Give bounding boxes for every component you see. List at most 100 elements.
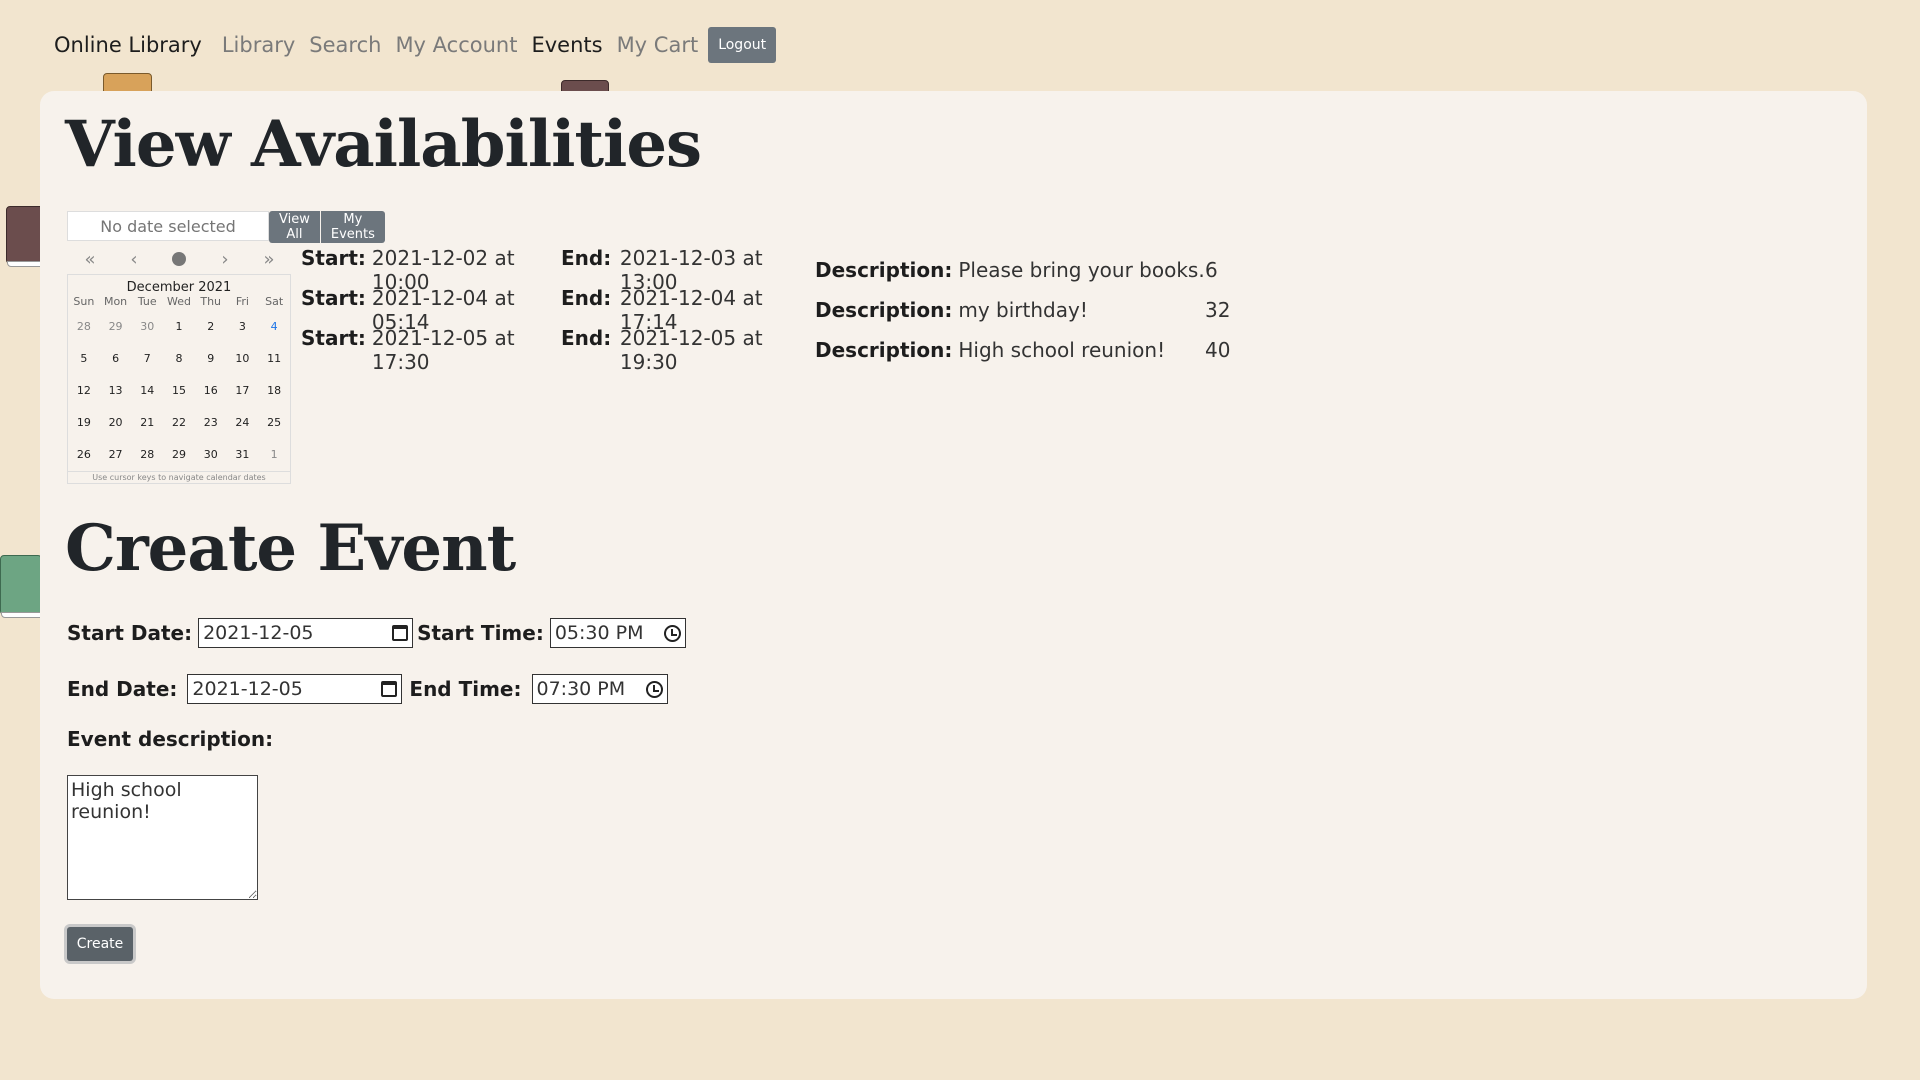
calendar-day[interactable]: 31 bbox=[227, 439, 259, 471]
calendar-day[interactable]: 28 bbox=[131, 439, 163, 471]
start-date-value: 2021-12-05 bbox=[203, 622, 314, 644]
calendar-day[interactable]: 2 bbox=[195, 311, 227, 343]
event-count: 40 bbox=[1205, 338, 1231, 362]
nav-link-search[interactable]: Search bbox=[309, 33, 381, 57]
calendar-month: December 2021 bbox=[126, 280, 232, 295]
view-availabilities-heading: View Availabilities bbox=[65, 107, 702, 182]
calendar-day[interactable]: 3 bbox=[227, 311, 259, 343]
create-event-form: Start Date: 2021-12-05 Start Time: 05:30… bbox=[67, 617, 686, 961]
start-date-label: Start Date: bbox=[67, 621, 193, 645]
end-time-value: 07:30 PM bbox=[536, 678, 626, 700]
calendar-day[interactable]: 7 bbox=[131, 343, 163, 375]
calendar-day[interactable]: 15 bbox=[163, 375, 195, 407]
weekday-label: Fri bbox=[235, 295, 249, 308]
event-description: my birthday! bbox=[958, 298, 1088, 322]
view-all-button[interactable]: View All bbox=[269, 211, 320, 243]
events-list: Start: 2021-12-02 at 10:00 End: 2021-12-03… bbox=[301, 246, 1245, 374]
calendar-day[interactable]: 21 bbox=[131, 407, 163, 439]
calendar-day[interactable]: 11 bbox=[258, 343, 290, 375]
end-date-field[interactable]: 2021-12-05 bbox=[187, 674, 403, 704]
description-label: Description: bbox=[815, 258, 953, 282]
nav-link-my-account[interactable]: My Account bbox=[395, 33, 517, 57]
start-time-value: 05:30 PM bbox=[554, 622, 644, 644]
calendar-day[interactable]: 23 bbox=[195, 407, 227, 439]
end-date-label: End Date: bbox=[67, 677, 178, 701]
event-description-input[interactable]: High school reunion! bbox=[67, 775, 258, 900]
calendar-day[interactable]: 24 bbox=[227, 407, 259, 439]
clock-icon[interactable] bbox=[663, 624, 681, 642]
nav-link-library[interactable]: Library bbox=[222, 33, 295, 57]
double-chevron-left-icon[interactable]: « bbox=[84, 249, 95, 270]
chevron-left-icon[interactable]: ‹ bbox=[130, 249, 137, 270]
calendar-day[interactable]: 20 bbox=[100, 407, 132, 439]
calendar-day[interactable]: 29 bbox=[100, 311, 132, 343]
start-label: Start: bbox=[301, 326, 366, 350]
calendar-day[interactable]: 14 bbox=[131, 375, 163, 407]
calendar-nav: « ‹ › » bbox=[67, 244, 292, 274]
decorative-book-image bbox=[0, 555, 45, 618]
calendar-day[interactable]: 16 bbox=[195, 375, 227, 407]
calendar-day[interactable]: 30 bbox=[131, 311, 163, 343]
calendar-day[interactable]: 1 bbox=[258, 439, 290, 471]
event-end: 2021-12-05 at 19:30 bbox=[619, 326, 763, 374]
calendar-day-today[interactable]: 4 bbox=[258, 311, 290, 343]
event-start: 2021-12-05 at 17:30 bbox=[371, 326, 515, 374]
calendar-icon[interactable] bbox=[381, 681, 398, 697]
calendar-day[interactable]: 8 bbox=[163, 343, 195, 375]
top-navbar: Online Library Library Search My Account… bbox=[54, 27, 777, 63]
double-chevron-right-icon[interactable]: » bbox=[264, 249, 275, 270]
weekday-label: Tue bbox=[137, 295, 157, 308]
nav-link-events[interactable]: Events bbox=[531, 33, 602, 57]
dot-icon[interactable] bbox=[172, 252, 187, 266]
start-time-label: Start Time: bbox=[417, 621, 544, 645]
event-description-label: Event description: bbox=[67, 727, 274, 751]
create-button[interactable]: Create bbox=[67, 927, 133, 961]
date-picker-input[interactable] bbox=[67, 211, 269, 241]
calendar-day[interactable]: 10 bbox=[227, 343, 259, 375]
calendar-day[interactable]: 30 bbox=[195, 439, 227, 471]
create-event-heading: Create Event bbox=[65, 511, 516, 586]
brand-link[interactable]: Online Library bbox=[54, 33, 202, 57]
event-row: Start: 2021-12-02 at 10:00 End: 2021-12-03… bbox=[301, 246, 1245, 294]
start-time-field[interactable]: 05:30 PM bbox=[549, 618, 686, 648]
calendar-day[interactable]: 19 bbox=[68, 407, 100, 439]
event-count: 32 bbox=[1205, 298, 1231, 322]
chevron-right-icon[interactable]: › bbox=[221, 249, 228, 270]
calendar-day[interactable]: 5 bbox=[68, 343, 100, 375]
calendar-day[interactable]: 1 bbox=[163, 311, 195, 343]
event-description: High school reunion! bbox=[958, 338, 1166, 362]
start-date-field[interactable]: 2021-12-05 bbox=[198, 618, 414, 648]
event-count: 6 bbox=[1205, 258, 1218, 282]
calendar-grid: December 2021 Sun Mon Tue Wed Thu Fri Sa… bbox=[67, 274, 291, 484]
weekday-label: Thu bbox=[200, 295, 222, 308]
calendar-day[interactable]: 9 bbox=[195, 343, 227, 375]
weekday-label: Mon bbox=[103, 295, 128, 308]
calendar-day[interactable]: 22 bbox=[163, 407, 195, 439]
calendar-day[interactable]: 26 bbox=[68, 439, 100, 471]
calendar-day[interactable]: 27 bbox=[100, 439, 132, 471]
calendar-day[interactable]: 28 bbox=[68, 311, 100, 343]
end-time-label: End Time: bbox=[409, 677, 522, 701]
calendar-icon[interactable] bbox=[392, 625, 409, 641]
calendar-hint: Use cursor keys to navigate calendar dat… bbox=[68, 471, 290, 483]
calendar-day[interactable]: 12 bbox=[68, 375, 100, 407]
calendar-day[interactable]: 6 bbox=[100, 343, 132, 375]
logout-button[interactable]: Logout bbox=[708, 27, 777, 63]
weekday-label: Sat bbox=[265, 295, 284, 308]
end-time-field[interactable]: 07:30 PM bbox=[531, 674, 668, 704]
event-row: Start: 2021-12-05 at 17:30 End: 2021-12-05… bbox=[301, 326, 1245, 374]
event-row: Start: 2021-12-04 at 05:14 End: 2021-12-04… bbox=[301, 286, 1245, 334]
content-panel: View Availabilities View All My Events «… bbox=[40, 91, 1867, 999]
calendar-day[interactable]: 18 bbox=[258, 375, 290, 407]
calendar-day[interactable]: 13 bbox=[100, 375, 132, 407]
weekday-label: Wed bbox=[167, 295, 191, 308]
calendar-day[interactable]: 29 bbox=[163, 439, 195, 471]
weekday-label: Sun bbox=[73, 295, 95, 308]
my-events-button[interactable]: My Events bbox=[320, 211, 385, 243]
calendar-day[interactable]: 25 bbox=[258, 407, 290, 439]
event-description: Please bring your books. bbox=[958, 258, 1205, 282]
calendar-day[interactable]: 17 bbox=[227, 375, 259, 407]
clock-icon[interactable] bbox=[645, 680, 663, 698]
nav-link-my-cart[interactable]: My Cart bbox=[617, 33, 699, 57]
description-label: Description: bbox=[815, 338, 953, 362]
